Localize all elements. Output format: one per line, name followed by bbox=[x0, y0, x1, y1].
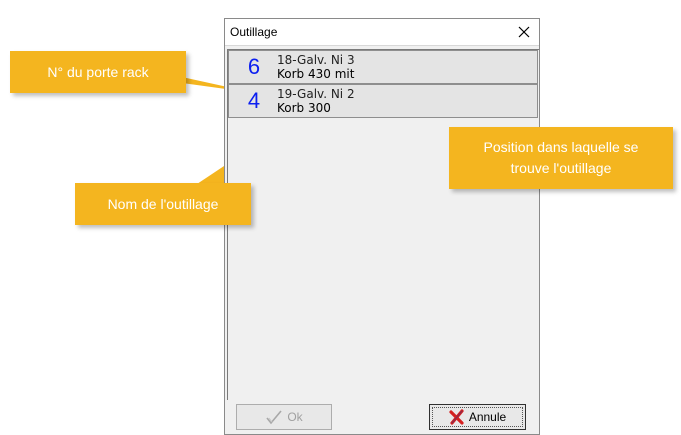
dialog-title: Outillage bbox=[230, 25, 278, 39]
cancel-label: Annule bbox=[468, 410, 507, 424]
tool-list[interactable]: 6 18-Galv. Ni 3 Korb 430 mit 4 19-Galv. … bbox=[227, 49, 539, 400]
list-item[interactable]: 4 19-Galv. Ni 2 Korb 300 bbox=[228, 84, 538, 118]
tool-name-callout-text: Nom de l'outillage bbox=[107, 195, 219, 212]
close-icon bbox=[518, 26, 530, 37]
red-x-icon bbox=[449, 409, 464, 425]
outillage-dialog: Outillage 6 18-Galv. Ni 3 Korb 430 mit 4… bbox=[224, 18, 540, 435]
list-item[interactable]: 6 18-Galv. Ni 3 Korb 430 mit bbox=[228, 50, 538, 84]
close-button[interactable] bbox=[511, 20, 537, 43]
position-callout-line1: Position dans laquelle se bbox=[483, 139, 639, 155]
rack-number: 6 bbox=[247, 54, 261, 79]
rack-number: 4 bbox=[247, 88, 261, 113]
ok-label: Ok bbox=[287, 410, 303, 424]
rack-number-callout-text: N° du porte rack bbox=[47, 63, 149, 80]
tool-name: Korb 300 bbox=[277, 101, 331, 115]
checkmark-icon bbox=[266, 410, 282, 425]
position-callout-line2: trouve l'outillage bbox=[510, 160, 612, 176]
position-callout: Position dans laquelle se trouve l'outil… bbox=[449, 127, 673, 189]
tool-name: Korb 430 mit bbox=[277, 67, 355, 81]
rack-number-callout: N° du porte rack bbox=[10, 51, 186, 93]
ok-button[interactable]: Ok bbox=[236, 404, 332, 430]
tool-name-callout: Nom de l'outillage bbox=[75, 183, 251, 225]
position-label: 18-Galv. Ni 3 bbox=[277, 53, 355, 67]
title-bar: Outillage bbox=[225, 19, 539, 46]
cancel-button[interactable]: Annule bbox=[429, 404, 526, 430]
position-label: 19-Galv. Ni 2 bbox=[277, 87, 355, 101]
